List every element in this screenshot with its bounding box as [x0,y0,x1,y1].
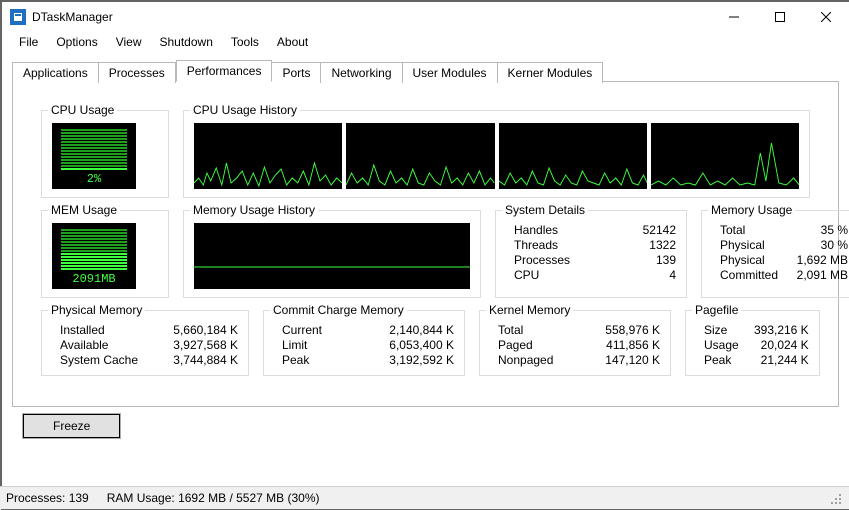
menu-shutdown[interactable]: Shutdown [151,33,222,51]
cpu-gauge-value: 2% [87,172,101,186]
group-mem-usage: MEM Usage 2091MB [41,210,169,298]
group-memory-usage: Memory Usage Total35 % Physical30 % Phys… [701,210,849,298]
menu-tools[interactable]: Tools [222,33,268,51]
status-processes: Processes: 139 [6,491,89,505]
value: 411,856 K [590,338,660,352]
label: Peak [274,353,384,367]
cpu-history-chart-1 [194,123,342,189]
menu-file[interactable]: File [10,33,47,51]
value: 139 [606,253,676,267]
tab-strip: Applications Processes Performances Port… [12,60,839,82]
group-cpu-history: CPU Usage History [183,110,810,198]
value: 35 % [778,223,848,237]
freeze-button[interactable]: Freeze [22,413,121,439]
label: System Cache [52,353,168,367]
cpu-history-chart-4 [651,123,799,189]
tab-processes[interactable]: Processes [99,62,176,83]
minimize-button[interactable] [711,2,757,32]
value: 6,053,400 K [384,338,454,352]
window-title: DTaskManager [32,10,711,24]
group-label: Physical Memory [48,303,145,317]
label: Installed [52,323,168,337]
group-pagefile: Pagefile Size393,216 K Usage20,024 K Pea… [685,310,820,376]
close-button[interactable] [803,2,849,32]
tab-kerner-modules[interactable]: Kerner Modules [498,62,604,83]
group-label: Commit Charge Memory [270,303,407,317]
label: Processes [506,253,606,267]
menu-options[interactable]: Options [47,33,106,51]
value: 2,140,844 K [384,323,454,337]
label: Peak [696,353,739,367]
label: Current [274,323,384,337]
label: Total [490,323,590,337]
tab-content: CPU Usage 2% CPU Usage History MEM Usage [12,82,839,407]
resize-grip-icon[interactable] [827,490,843,506]
group-label: System Details [502,203,588,217]
label: Nonpaged [490,353,590,367]
mem-history-chart [194,223,470,289]
value: 1322 [606,238,676,252]
tab-applications[interactable]: Applications [12,62,99,83]
group-label: Pagefile [692,303,741,317]
value: 5,660,184 K [168,323,238,337]
value: 21,244 K [739,353,809,367]
value: 1,692 MB [778,253,848,267]
tab-ports[interactable]: Ports [272,62,321,83]
group-physical-memory: Physical Memory Installed5,660,184 K Ava… [41,310,249,376]
tab-networking[interactable]: Networking [321,62,402,83]
tab-performances[interactable]: Performances [176,60,273,82]
menu-about[interactable]: About [268,33,317,51]
value: 52142 [606,223,676,237]
group-cpu-usage: CPU Usage 2% [41,110,169,198]
value: 3,927,568 K [168,338,238,352]
label: Total [712,223,778,237]
label: Threads [506,238,606,252]
value: 20,024 K [739,338,809,352]
menu-view[interactable]: View [107,33,151,51]
tab-user-modules[interactable]: User Modules [403,62,498,83]
label: Available [52,338,168,352]
label: CPU [506,268,606,282]
menubar: File Options View Shutdown Tools About [2,32,849,52]
group-label: Kernel Memory [486,303,573,317]
maximize-button[interactable] [757,2,803,32]
group-commit-charge: Commit Charge Memory Current2,140,844 K … [263,310,465,376]
label: Committed [712,268,778,282]
status-ram: RAM Usage: 1692 MB / 5527 MB (30%) [107,491,320,505]
mem-gauge-value: 2091MB [72,272,115,286]
value: 30 % [778,238,848,252]
value: 4 [606,268,676,282]
group-system-details: System Details Handles52142 Threads1322 … [495,210,687,298]
group-mem-history: Memory Usage History [183,210,481,298]
cpu-gauge: 2% [52,123,136,189]
value: 3,192,592 K [384,353,454,367]
label: Handles [506,223,606,237]
value: 393,216 K [739,323,809,337]
label: Physical [712,238,778,252]
cpu-history-chart-3 [499,123,647,189]
mem-gauge: 2091MB [52,223,136,289]
group-label: CPU Usage [48,103,117,117]
titlebar: DTaskManager [2,2,849,32]
status-bar: Processes: 139 RAM Usage: 1692 MB / 5527… [0,486,849,509]
label: Paged [490,338,590,352]
group-label: Memory Usage History [190,203,318,217]
label: Size [696,323,739,337]
label: Usage [696,338,739,352]
cpu-history-chart-2 [346,123,494,189]
value: 558,976 K [590,323,660,337]
app-icon [10,9,26,25]
label: Physical [712,253,778,267]
value: 2,091 MB [778,268,848,282]
label: Limit [274,338,384,352]
group-label: CPU Usage History [190,103,300,117]
group-label: MEM Usage [48,203,120,217]
value: 3,744,884 K [168,353,238,367]
group-kernel-memory: Kernel Memory Total558,976 K Paged411,85… [479,310,671,376]
group-label: Memory Usage [708,203,795,217]
value: 147,120 K [590,353,660,367]
